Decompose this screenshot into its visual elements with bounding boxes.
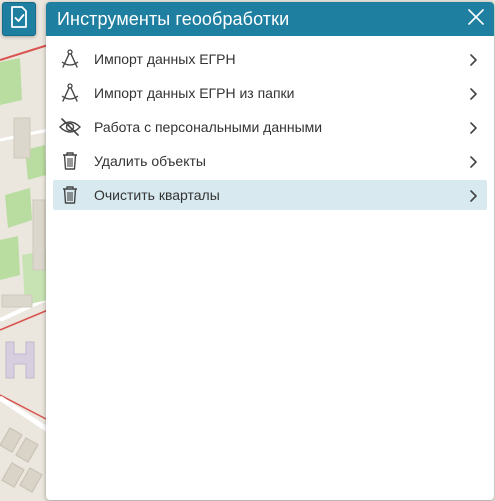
close-icon bbox=[468, 8, 484, 30]
menu-item-personal-data[interactable]: Работа с персональными данными bbox=[53, 112, 487, 142]
menu-item-label: Очистить кварталы bbox=[94, 187, 220, 203]
geoprocessing-tool-button[interactable] bbox=[2, 2, 36, 36]
trash-icon bbox=[59, 150, 81, 172]
menu-item-label: Импорт данных ЕГРН из папки bbox=[94, 85, 295, 101]
menu-item-label: Удалить объекты bbox=[94, 153, 206, 169]
menu-item-clear-quarters[interactable]: Очистить кварталы bbox=[53, 180, 487, 210]
compass-icon bbox=[59, 48, 81, 70]
close-button[interactable] bbox=[466, 8, 486, 30]
compass-icon bbox=[59, 82, 81, 104]
menu-item-label: Работа с персональными данными bbox=[94, 119, 323, 135]
chevron-right-icon bbox=[469, 53, 477, 66]
eye-off-icon bbox=[59, 116, 81, 138]
geoprocessing-panel: Инструменты геообработки Импорт данных Е… bbox=[46, 2, 494, 500]
panel-title: Инструменты геообработки bbox=[57, 8, 290, 29]
chevron-right-icon bbox=[469, 121, 477, 134]
document-check-icon bbox=[9, 5, 29, 33]
menu-item-import-egrn[interactable]: Импорт данных ЕГРН bbox=[53, 44, 487, 74]
menu-item-delete-objects[interactable]: Удалить объекты bbox=[53, 146, 487, 176]
chevron-right-icon bbox=[469, 155, 477, 168]
chevron-right-icon bbox=[469, 87, 477, 100]
trash-icon bbox=[59, 184, 81, 206]
tools-menu: Импорт данных ЕГРН Импорт данных ЕГРН из… bbox=[46, 36, 494, 210]
menu-item-import-egrn-folder[interactable]: Импорт данных ЕГРН из папки bbox=[53, 78, 487, 108]
panel-header: Инструменты геообработки bbox=[46, 2, 494, 36]
menu-item-label: Импорт данных ЕГРН bbox=[94, 51, 236, 67]
chevron-right-icon bbox=[469, 189, 477, 202]
